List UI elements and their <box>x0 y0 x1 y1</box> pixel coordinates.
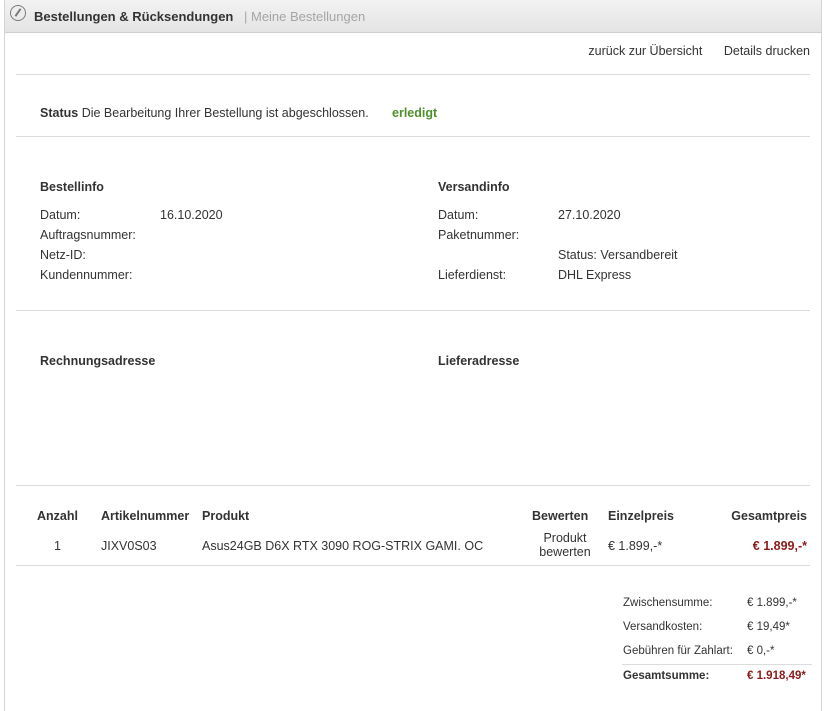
order-date-value: 16.10.2020 <box>160 208 223 222</box>
shipping-address-heading: Lieferadresse <box>438 354 520 368</box>
page-title: Bestellungen & Rücksendungen <box>34 9 234 24</box>
subtotal-value: € 1.899,-* <box>747 597 797 609</box>
compass-icon <box>10 5 26 21</box>
breadcrumb-my-orders[interactable]: | Meine Bestellungen <box>244 9 365 24</box>
order-details-panel: Bestellungen & Rücksendungen | Meine Bes… <box>4 0 822 711</box>
order-info-heading: Bestellinfo <box>40 180 104 194</box>
billing-address-heading: Rechnungsadresse <box>40 354 156 368</box>
shipping-date-value: 27.10.2020 <box>558 208 621 222</box>
title-bar: Bestellungen & Rücksendungen | Meine Bes… <box>5 0 821 33</box>
subtotal-label: Zwischensumme: <box>623 597 713 609</box>
divider <box>16 485 810 486</box>
col-header-rate: Bewerten <box>532 509 589 523</box>
carrier-label: Lieferdienst: <box>438 268 507 282</box>
divider <box>16 310 810 311</box>
shipping-cost-label: Versandkosten: <box>623 621 703 633</box>
row-article: JIXV0S03 <box>101 539 157 553</box>
payment-fee-value: € 0,-* <box>747 645 775 657</box>
order-date-label: Datum: <box>40 208 81 222</box>
status-row: Status Die Bearbeitung Ihrer Bestellung … <box>40 106 369 120</box>
grand-total-value: € 1.918,49* <box>747 670 806 682</box>
order-number-label: Auftragsnummer: <box>40 228 136 242</box>
divider <box>16 74 810 75</box>
top-links: zurück zur Übersicht Details drucken <box>570 44 810 58</box>
rate-product-line1: Produkt <box>543 531 587 545</box>
row-product[interactable]: Asus24GB D6X RTX 3090 ROG-STRIX GAMI. OC <box>202 539 483 553</box>
shipping-cost-value: € 19,49* <box>747 621 790 633</box>
row-qty: 1 <box>54 539 61 553</box>
col-header-qty: Anzahl <box>37 509 78 523</box>
divider <box>16 565 810 566</box>
divider <box>16 136 810 137</box>
col-header-unit-price: Einzelpreis <box>608 509 674 523</box>
shipping-status-value: Status: Versandbereit <box>558 248 678 262</box>
carrier-value: DHL Express <box>558 268 632 282</box>
col-header-article: Artikelnummer <box>101 509 190 523</box>
grand-total-label: Gesamtsumme: <box>623 670 710 682</box>
shipping-date-label: Datum: <box>438 208 479 222</box>
row-total-price: € 1.899,-* <box>752 539 807 553</box>
rate-product-link[interactable]: Produkt bewerten <box>534 531 596 559</box>
status-badge: erledigt <box>392 106 438 120</box>
print-details-link[interactable]: Details drucken <box>724 44 810 58</box>
col-header-product: Produkt <box>202 509 250 523</box>
back-to-overview-link[interactable]: zurück zur Übersicht <box>588 44 702 58</box>
totals-divider <box>622 664 812 665</box>
payment-fee-label: Gebühren für Zahlart: <box>623 645 733 657</box>
row-unit-price: € 1.899,-* <box>608 539 663 553</box>
status-label: Status <box>40 106 79 120</box>
parcel-number-label: Paketnummer: <box>438 228 520 242</box>
customer-number-label: Kundennummer: <box>40 268 133 282</box>
status-text: Die Bearbeitung Ihrer Bestellung ist abg… <box>81 106 369 120</box>
col-header-total-price: Gesamtpreis <box>731 509 807 523</box>
rate-product-line2: bewerten <box>539 545 591 559</box>
net-id-label: Netz-ID: <box>40 248 86 262</box>
shipping-info-heading: Versandinfo <box>438 180 510 194</box>
